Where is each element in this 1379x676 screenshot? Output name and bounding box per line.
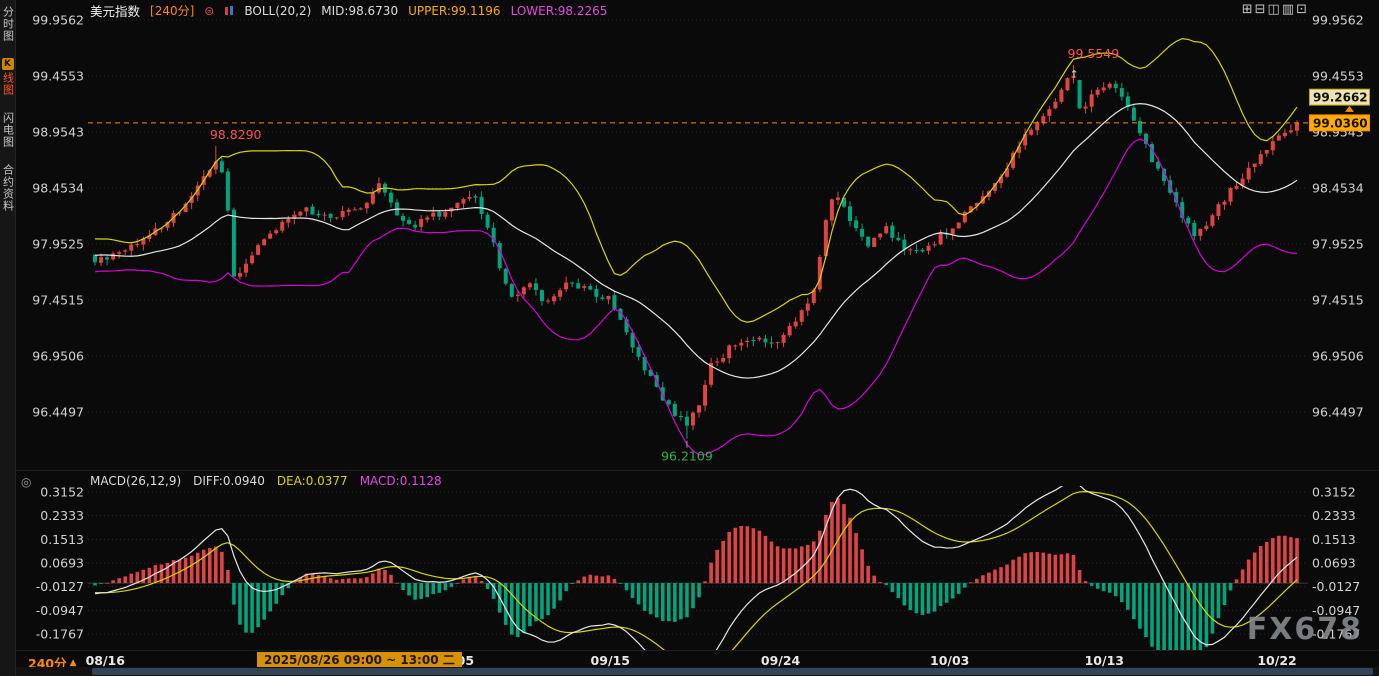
refresh-icon[interactable]: ⊜ <box>204 4 214 18</box>
chart-canvas[interactable]: 99.956299.956299.455399.455398.954398.95… <box>0 0 1379 676</box>
boll-upper-value: UPPER:99.1196 <box>408 4 500 18</box>
k-line-icon: K <box>2 58 14 70</box>
svg-text:0.0693: 0.0693 <box>1312 556 1356 571</box>
price-up-arrow-icon <box>1345 106 1354 112</box>
macd-dea-line <box>95 492 1297 673</box>
layout-controls: ⊞ ⊟ ◫ ▥ ⊡ <box>1242 2 1307 17</box>
svg-text:96.4497: 96.4497 <box>1312 405 1364 420</box>
svg-text:98.9543: 98.9543 <box>32 125 84 140</box>
svg-text:97.9525: 97.9525 <box>1312 237 1364 252</box>
svg-text:09/15: 09/15 <box>591 653 630 668</box>
macd-label: MACD(26,12,9) <box>90 474 181 488</box>
boll-mid-line <box>95 104 1297 378</box>
macd-diff-line <box>95 479 1297 676</box>
candles-layer <box>93 65 1299 439</box>
svg-text:0.3152: 0.3152 <box>1312 485 1356 500</box>
svg-text:-0.0127: -0.0127 <box>36 579 84 594</box>
macd-dea-value: DEA:0.0377 <box>277 474 348 488</box>
reference-price-box: 99.2662 <box>1310 89 1370 105</box>
svg-text:99.2662: 99.2662 <box>1313 91 1368 105</box>
svg-text:99.5549: 99.5549 <box>1068 46 1120 61</box>
chart-header: 美元指数 [240分] ⊜ BOLL(20,2) MID:98.6730 UPP… <box>90 3 607 18</box>
macd-diff-value: DIFF:0.0940 <box>193 474 265 488</box>
svg-text:0.3152: 0.3152 <box>40 485 84 500</box>
svg-text:99.4553: 99.4553 <box>32 69 84 84</box>
svg-text:98.4534: 98.4534 <box>32 181 84 196</box>
horizontal-scrollbar[interactable] <box>0 667 1379 676</box>
svg-text:98.8290: 98.8290 <box>210 127 262 142</box>
sidebar-item-kline-chart[interactable]: K 线图 <box>1 58 15 96</box>
candle-style-icon[interactable] <box>224 5 234 16</box>
svg-text:98.4534: 98.4534 <box>1312 181 1364 196</box>
boll-mid-value: MID:98.6730 <box>321 4 398 18</box>
timeframe-badge[interactable]: [240分] <box>150 2 194 19</box>
svg-text:0.0693: 0.0693 <box>40 556 84 571</box>
current-price-box: 99.0360 <box>1310 115 1370 131</box>
trading-app-window: 分时图 K 线图 闪电图 合约资料 美元指数 [240分] ⊜ BOLL(20,… <box>0 0 1379 676</box>
price-markers: 98.8290 99.5549 ↑ 96.2109 <box>210 46 1119 464</box>
watermark: FX678 <box>1247 612 1363 647</box>
boll-upper-line <box>95 39 1297 323</box>
sidebar-item-lightning-chart[interactable]: 闪电图 <box>1 112 15 148</box>
svg-text:96.9506: 96.9506 <box>1312 349 1364 364</box>
boll-lower-value: LOWER:98.2265 <box>511 4 608 18</box>
svg-text:10/03: 10/03 <box>930 653 969 668</box>
scrollbar-thumb[interactable] <box>92 668 1373 675</box>
svg-text:99.9562: 99.9562 <box>1312 13 1364 28</box>
axis-labels: 99.956299.956299.455399.455398.954398.95… <box>32 13 1363 642</box>
svg-text:0.1513: 0.1513 <box>1312 532 1356 547</box>
sidebar-item-label: 合约资料 <box>1 164 15 212</box>
svg-text:97.9525: 97.9525 <box>32 237 84 252</box>
symbol-name: 美元指数 <box>90 1 140 20</box>
indicator-cycle-icon[interactable]: ◎ <box>21 475 31 489</box>
svg-text:0.2333: 0.2333 <box>1312 508 1356 523</box>
svg-text:99.4553: 99.4553 <box>1312 69 1364 84</box>
svg-text:96.2109: 96.2109 <box>661 449 713 464</box>
sidebar-item-contract-info[interactable]: 合约资料 <box>1 164 15 212</box>
svg-text:99.0360: 99.0360 <box>1313 116 1368 130</box>
svg-text:10/13: 10/13 <box>1085 653 1124 668</box>
svg-text:97.4515: 97.4515 <box>1312 293 1364 308</box>
crosshair-time-info: 2025/08/26 09:00 ~ 13:00 二 <box>257 652 462 668</box>
macd-header: MACD(26,12,9) DIFF:0.0940 DEA:0.0377 MAC… <box>90 474 442 488</box>
svg-text:96.4497: 96.4497 <box>32 405 84 420</box>
layout-single-icon[interactable]: ⊡ <box>1296 2 1307 17</box>
svg-text:97.4515: 97.4515 <box>32 293 84 308</box>
svg-text:0.2333: 0.2333 <box>40 508 84 523</box>
sidebar-item-time-chart[interactable]: 分时图 <box>1 6 15 42</box>
layout-split-h-icon[interactable]: ⊟ <box>1255 2 1266 17</box>
svg-text:-0.0947: -0.0947 <box>36 603 84 618</box>
boll-label: BOLL(20,2) <box>244 4 311 18</box>
svg-text:10/22: 10/22 <box>1257 653 1296 668</box>
svg-text:08/16: 08/16 <box>86 653 126 668</box>
macd-layer <box>88 479 1308 676</box>
svg-text:09/24: 09/24 <box>761 653 801 668</box>
macd-macd-value: MACD:0.1128 <box>360 474 442 488</box>
sidebar-item-label: 分时图 <box>1 6 15 42</box>
svg-text:↑: ↑ <box>1070 68 1079 81</box>
timeframe-up-arrow-icon: ▲ <box>70 658 77 668</box>
svg-text:0.1513: 0.1513 <box>40 532 84 547</box>
sidebar: 分时图 K 线图 闪电图 合约资料 <box>0 0 16 676</box>
gridlines <box>0 20 1379 651</box>
svg-text:-0.1767: -0.1767 <box>36 627 84 642</box>
layout-grid-icon[interactable]: ⊞ <box>1242 2 1253 17</box>
svg-text:-0.0127: -0.0127 <box>1312 579 1360 594</box>
bollinger-bands <box>95 39 1297 455</box>
svg-text:99.9562: 99.9562 <box>32 13 84 28</box>
sidebar-item-label: 闪电图 <box>1 112 15 148</box>
boll-lower-line <box>95 139 1297 455</box>
layout-rows-icon[interactable]: ▥ <box>1282 2 1294 17</box>
layout-split-v-icon[interactable]: ◫ <box>1268 2 1280 17</box>
sidebar-item-label: 线图 <box>1 72 15 96</box>
svg-text:96.9506: 96.9506 <box>32 349 84 364</box>
